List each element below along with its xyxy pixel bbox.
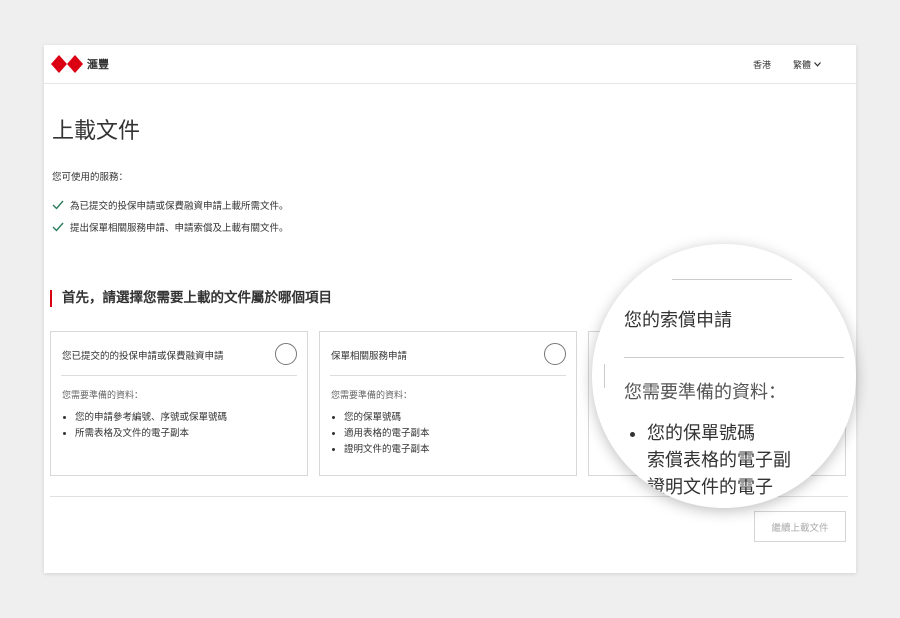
- service-item: 為已提交的投保申請或保費融資申請上載所需文件。: [52, 198, 289, 212]
- section-heading: 首先，請選擇您需要上載的文件屬於哪個項目: [50, 290, 332, 307]
- chevron-down-icon: [814, 62, 821, 67]
- divider: [672, 279, 792, 280]
- list-item: 證明文件的電子副本: [344, 442, 430, 458]
- list-item: 索償表格的電子副: [647, 450, 791, 471]
- divider: [61, 375, 297, 376]
- brand-name: 滙豐: [87, 58, 109, 71]
- requirements-list: 您的申請參考編號、序號或保單號碼 所需表格及文件的電子副本: [75, 410, 227, 442]
- option-card-application[interactable]: 您已提交的的投保申請或保費融資申請 您需要準備的資料： 您的申請參考編號、序號或…: [50, 331, 308, 476]
- list-item: 您的保單號碼: [647, 420, 791, 447]
- divider: [604, 364, 605, 388]
- service-item: 提出保單相關服務申請、申請索償及上載有關文件。: [52, 220, 289, 234]
- requirements-list: 您的保單號碼 適用表格的電子副本 證明文件的電子副本: [344, 410, 430, 458]
- language-selector[interactable]: 繁體: [793, 58, 821, 71]
- divider: [624, 357, 844, 358]
- site-header: 滙豐 香港 繁體: [44, 45, 856, 84]
- hsbc-logo[interactable]: 滙豐: [51, 55, 109, 73]
- option-card-policy-service[interactable]: 保單相關服務申請 您需要準備的資料： 您的保單號碼 適用表格的電子副本 證明文件…: [319, 331, 577, 476]
- service-text: 提出保單相關服務申請、申請索償及上載有關文件。: [70, 223, 289, 234]
- list-item: 您的申請參考編號、序號或保單號碼: [75, 410, 227, 426]
- continue-upload-button[interactable]: 繼續上載文件: [754, 511, 846, 542]
- hexagon-logo-icon: [51, 55, 83, 73]
- magnifier-callout: 您的索償申請 您需要準備的資料： 您的保單號碼 索償表格的電子副 證明文件的電子: [592, 244, 856, 508]
- card-subtitle: 您需要準備的資料：: [62, 391, 144, 401]
- language-label: 繁體: [793, 61, 812, 71]
- checkmark-icon: [52, 222, 64, 232]
- list-item: 適用表格的電子副本: [344, 426, 430, 442]
- card-title: 保單相關服務申請: [331, 351, 408, 362]
- radio-button[interactable]: [275, 343, 297, 365]
- service-text: 為已提交的投保申請或保費融資申請上載所需文件。: [70, 201, 289, 212]
- magnified-requirements-list: 您的保單號碼 索償表格的電子副 證明文件的電子: [647, 420, 791, 501]
- magnified-card-title: 您的索償申請: [624, 310, 732, 331]
- radio-button[interactable]: [544, 343, 566, 365]
- list-item: 您的保單號碼: [344, 410, 430, 426]
- page-title: 上載文件: [52, 119, 141, 144]
- list-item: 所需表格及文件的電子副本: [75, 426, 227, 442]
- services-intro: 您可使用的服務：: [52, 172, 129, 183]
- divider: [330, 375, 566, 376]
- checkmark-icon: [52, 200, 64, 210]
- card-title: 您已提交的的投保申請或保費融資申請: [62, 351, 224, 362]
- list-item: 證明文件的電子: [647, 477, 773, 498]
- card-subtitle: 您需要準備的資料：: [331, 391, 413, 401]
- magnified-card-subtitle: 您需要準備的資料：: [624, 382, 786, 403]
- region-link[interactable]: 香港: [753, 58, 771, 71]
